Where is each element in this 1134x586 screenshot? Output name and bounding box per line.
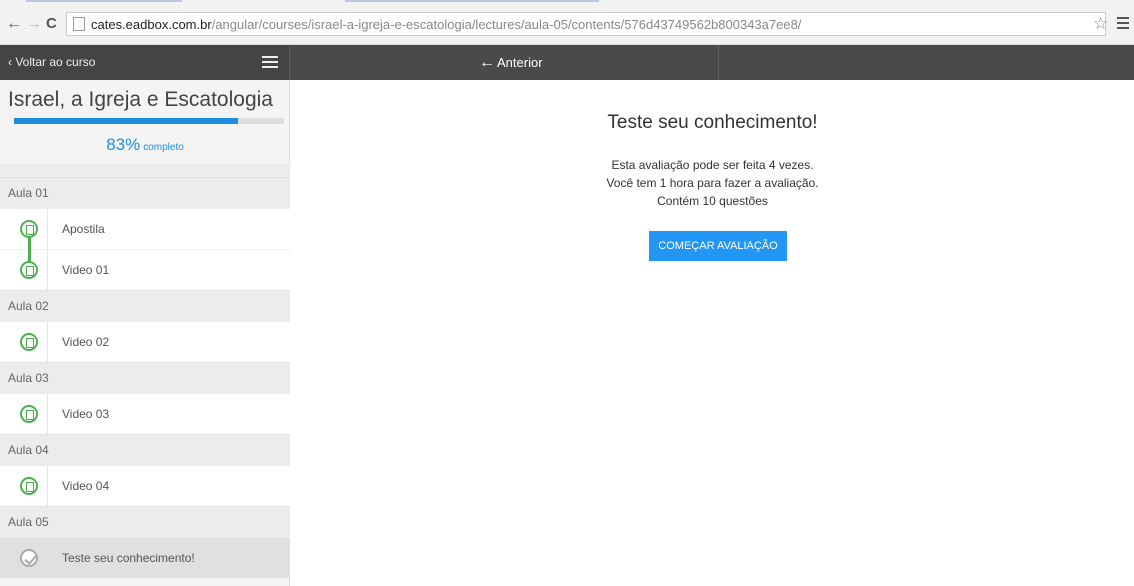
arrow-left-icon: ←	[479, 54, 495, 71]
item-label: Video 02	[62, 335, 110, 349]
item-label: Apostila	[62, 222, 105, 236]
list-item[interactable]: Video 03	[0, 393, 290, 435]
address-bar[interactable]: cates.eadbox.com.br/angular/courses/isra…	[66, 12, 1106, 36]
forward-arrow-icon[interactable]: →	[26, 16, 42, 32]
url-text[interactable]: cates.eadbox.com.br/angular/courses/isra…	[91, 17, 801, 32]
list-item[interactable]: Video 02	[0, 321, 290, 363]
back-to-course-label: Voltar ao curso	[15, 55, 96, 69]
item-label: Video 04	[62, 479, 110, 493]
progress-bar	[14, 118, 284, 124]
quiz-attempts-text: Esta avaliação pode ser feita 4 vezes.	[611, 158, 814, 172]
lesson-header: Aula 03	[0, 362, 290, 393]
sidebar-header: ‹ Voltar ao curso	[0, 45, 290, 80]
list-item[interactable]: Video 01	[0, 249, 290, 291]
quiz-info: Esta avaliação pode ser feita 4 vezes. V…	[291, 156, 1134, 210]
page-title: Teste seu conhecimento!	[607, 112, 818, 133]
browser-menu-icon[interactable]	[1117, 17, 1129, 32]
progress-percent: 83%	[106, 135, 141, 154]
back-to-course-link[interactable]: ‹ Voltar ao curso	[8, 55, 95, 69]
quiz-questions-text: Contém 10 questões	[657, 194, 768, 208]
progress-label: completo	[143, 142, 184, 153]
course-title: Israel, a Igreja e Escatologia	[8, 88, 273, 111]
bookmark-star-icon[interactable]: ☆	[1093, 14, 1108, 34]
document-complete-icon	[20, 261, 38, 279]
list-item[interactable]: Video 04	[0, 465, 290, 507]
lesson-header: Aula 01	[0, 177, 290, 208]
prev-nav-area: ← Anterior	[291, 45, 719, 80]
quiz-time-text: Você tem 1 hora para fazer a avaliação.	[606, 176, 819, 190]
reload-icon[interactable]: C	[46, 16, 57, 32]
start-assessment-button[interactable]: COMEÇAR AVALIAÇÃO	[649, 231, 787, 261]
previous-button[interactable]: ← Anterior	[479, 54, 543, 72]
check-circle-icon	[20, 549, 38, 567]
progress-text: 83% completo	[0, 135, 290, 155]
item-label: Video 03	[62, 407, 110, 421]
document-complete-icon	[20, 220, 38, 238]
url-host: cates.eadbox.com.br	[91, 17, 212, 32]
page-icon	[73, 17, 85, 31]
back-arrow-icon[interactable]: ←	[6, 16, 22, 32]
chevron-left-icon: ‹	[8, 55, 12, 69]
previous-label: Anterior	[497, 55, 543, 70]
document-complete-icon	[20, 477, 38, 495]
lesson-header: Aula 02	[0, 290, 290, 321]
lesson-header: Aula 04	[0, 434, 290, 465]
url-path: /angular/courses/israel-a-igreja-e-escat…	[211, 17, 802, 32]
lesson-list: Aula 01 Apostila Video 01 Aula 02 Video …	[0, 177, 290, 578]
list-item[interactable]: Apostila	[0, 208, 290, 278]
tab-strip	[0, 0, 1134, 4]
browser-toolbar: ← → C cates.eadbox.com.br/angular/course…	[0, 0, 1134, 45]
course-sidebar: Israel, a Igreja e Escatologia 83% comple…	[0, 80, 290, 586]
item-label: Video 01	[62, 263, 110, 277]
document-complete-icon	[20, 333, 38, 351]
item-label: Teste seu conhecimento!	[62, 551, 195, 565]
app-header: ‹ Voltar ao curso ← Anterior	[0, 45, 1134, 80]
main-content: Teste seu conhecimento! Esta avaliação p…	[291, 80, 1134, 586]
hamburger-menu-icon[interactable]	[262, 56, 278, 71]
list-item-active[interactable]: Teste seu conhecimento!	[0, 537, 290, 578]
sidebar-separator	[0, 164, 290, 178]
document-complete-icon	[20, 405, 38, 423]
progress-bar-fill	[14, 118, 239, 124]
lesson-header: Aula 05	[0, 506, 290, 537]
